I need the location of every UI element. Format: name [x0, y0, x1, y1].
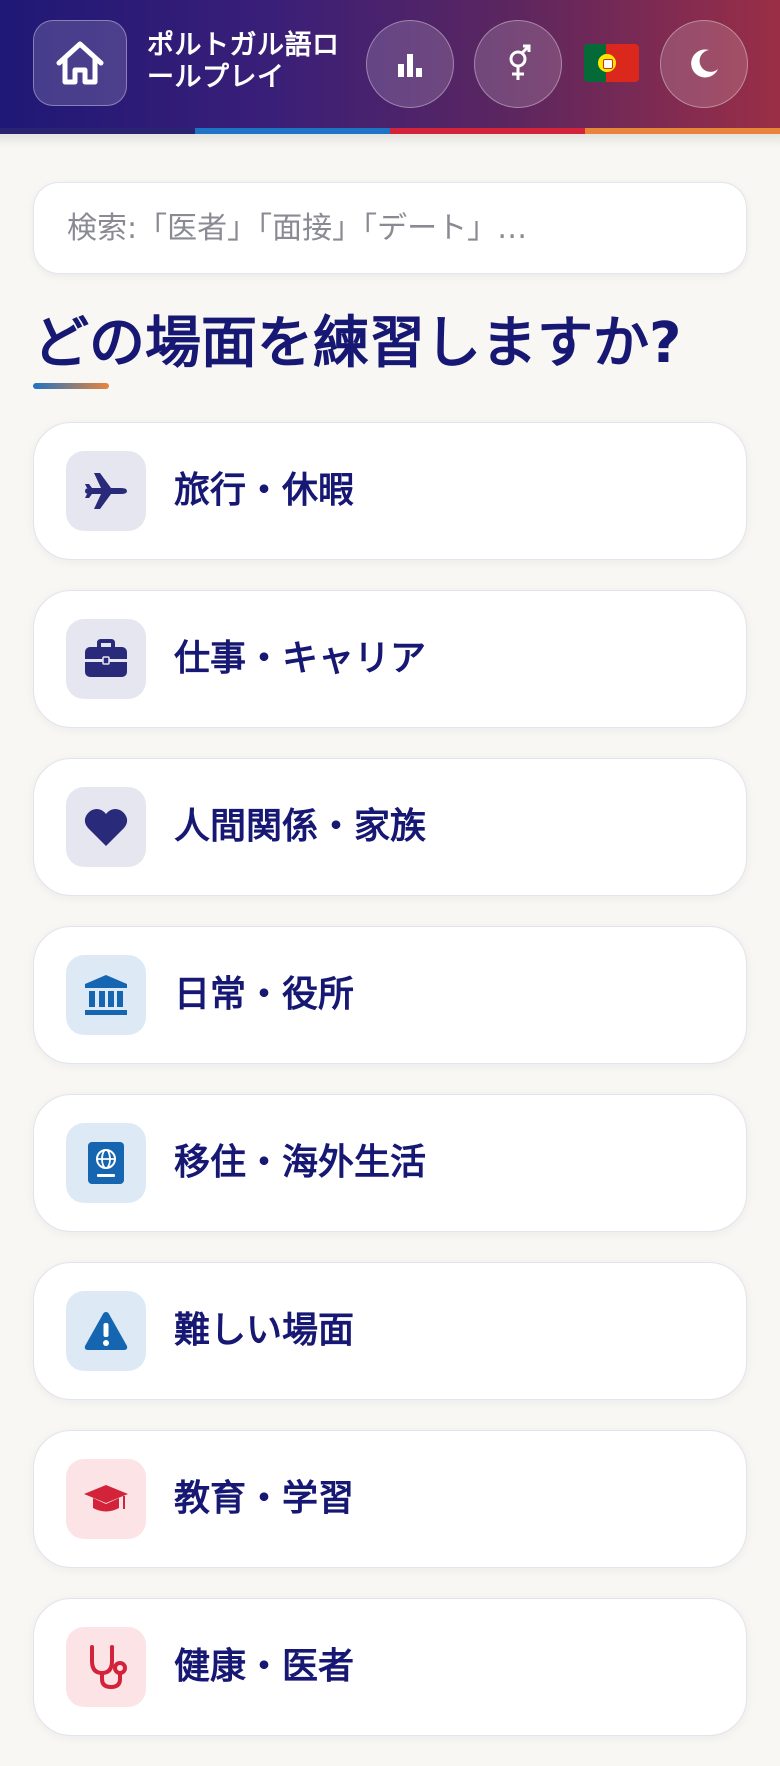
category-icon-box: [66, 955, 146, 1035]
home-icon: [56, 41, 104, 85]
category-card-difficult-situations[interactable]: 難しい場面: [33, 1262, 747, 1400]
app-title: ポルトガル語ロールプレイ: [147, 30, 340, 93]
bank-icon: [85, 975, 127, 1015]
category-label: 日常・役所: [174, 974, 355, 1015]
category-card-travel[interactable]: 旅行・休暇: [33, 422, 747, 560]
category-icon-box: [66, 1123, 146, 1203]
category-icon-box: [66, 619, 146, 699]
passport-icon: [88, 1142, 124, 1184]
title-underline: [33, 383, 109, 389]
stats-button[interactable]: [366, 20, 454, 108]
theme-toggle-button[interactable]: [660, 20, 748, 108]
category-label: 移住・海外生活: [174, 1142, 427, 1183]
portugal-flag-icon: [598, 54, 616, 72]
category-list: 旅行・休暇 仕事・キャリア 人間関係・家族 日常・役所 移住・海外生活 難しい場…: [33, 422, 747, 1766]
gender-icon: [509, 44, 531, 80]
category-icon-box: [66, 1627, 146, 1707]
category-icon-box: [66, 1459, 146, 1539]
category-card-relationships[interactable]: 人間関係・家族: [33, 758, 747, 896]
category-label: 仕事・キャリア: [174, 638, 427, 679]
category-card-moving-abroad[interactable]: 移住・海外生活: [33, 1094, 747, 1232]
category-label: 健康・医者: [174, 1646, 355, 1687]
header-shadow: [0, 134, 780, 148]
category-icon-box: [66, 451, 146, 531]
category-label: 旅行・休暇: [174, 470, 355, 511]
warning-icon: [84, 1312, 128, 1350]
briefcase-icon: [85, 639, 127, 677]
category-label: 人間関係・家族: [174, 806, 427, 847]
category-label: 難しい場面: [174, 1310, 355, 1351]
app-header: ポルトガル語ロールプレイ: [0, 0, 780, 128]
stethoscope-icon: [90, 1645, 127, 1690]
home-button[interactable]: [33, 20, 127, 106]
category-card-education[interactable]: 教育・学習: [33, 1430, 747, 1568]
graduation-cap-icon: [84, 1485, 128, 1512]
category-icon-box: [66, 787, 146, 867]
heart-icon: [84, 809, 128, 846]
category-icon-box: [66, 1291, 146, 1371]
language-flag-button[interactable]: [584, 44, 639, 82]
category-card-work[interactable]: 仕事・キャリア: [33, 590, 747, 728]
category-card-health[interactable]: 健康・医者: [33, 1598, 747, 1736]
search-input[interactable]: [33, 182, 747, 274]
category-card-daily-life[interactable]: 日常・役所: [33, 926, 747, 1064]
category-label: 教育・学習: [174, 1478, 355, 1519]
bar-chart-icon: [398, 54, 422, 77]
page-title: どの場面を練習しますか?: [33, 311, 682, 376]
gender-button[interactable]: [474, 20, 562, 108]
moon-icon: [691, 49, 718, 78]
airplane-icon: [85, 473, 127, 509]
